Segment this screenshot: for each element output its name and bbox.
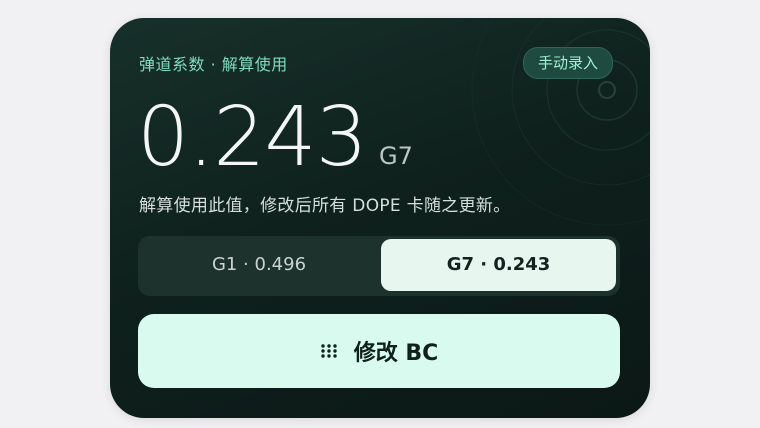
bc-model-segmented-control: G1 · 0.496 G7 · 0.243	[138, 236, 620, 296]
manual-entry-button[interactable]: 手动录入	[523, 47, 614, 79]
bc-model-label: G7	[379, 142, 413, 170]
bc-value: 0.243	[137, 90, 368, 185]
segment-g1[interactable]: G1 · 0.496	[141, 239, 377, 291]
edit-bc-button-label: 修改 BC	[353, 341, 439, 366]
segment-g7[interactable]: G7 · 0.243	[381, 239, 616, 291]
ballistic-coefficient-card: 弹道系数 · 解算使用 手动录入 0.243 G7 解算使用此值，修改后所有 D…	[110, 18, 650, 418]
grid-dots-icon	[321, 344, 337, 358]
bc-hint-text: 解算使用此值，修改后所有 DOPE 卡随之更新。	[139, 196, 511, 216]
card-eyebrow: 弹道系数 · 解算使用	[139, 55, 288, 74]
edit-bc-button[interactable]: 修改 BC	[138, 314, 620, 388]
